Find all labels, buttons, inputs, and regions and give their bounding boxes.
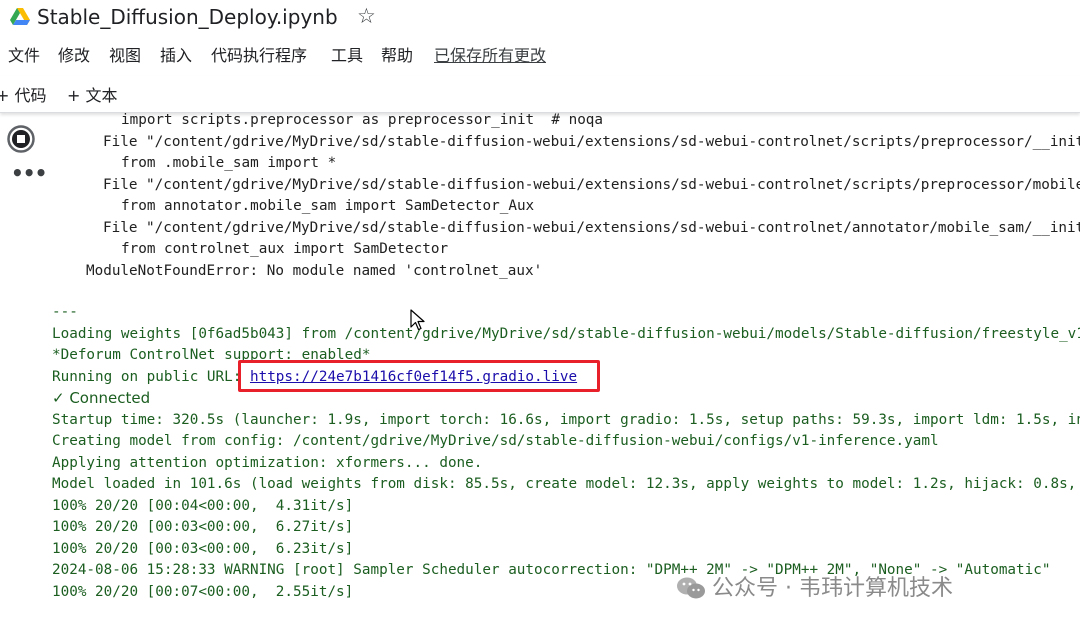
notebook-toolbar: + 代码 + 文本 <box>0 76 1080 113</box>
output-line: File "/content/gdrive/MyDrive/sd/stable-… <box>103 177 1080 193</box>
menu-help[interactable]: 帮助 <box>381 42 413 66</box>
title-bar: Stable_Diffusion_Deploy.ipynb ☆ <box>0 0 1080 36</box>
add-code-button[interactable]: + 代码 <box>0 82 47 106</box>
output-line: Loading weights [0f6ad5b043] from /conte… <box>52 326 1080 342</box>
output-line: 100% 20/20 [00:03<00:00, 6.23it/s] <box>52 541 354 557</box>
output-line: from annotator.mobile_sam import SamDete… <box>121 198 535 214</box>
menu-runtime[interactable]: 代码执行程序 <box>211 42 307 66</box>
google-drive-icon[interactable] <box>10 8 30 26</box>
output-line: File "/content/gdrive/MyDrive/sd/stable-… <box>103 220 1080 236</box>
output-line: 100% 20/20 [00:07<00:00, 2.55it/s] <box>52 584 354 600</box>
output-line: Model loaded in 101.6s (load weights fro… <box>52 476 1080 492</box>
notebook-title[interactable]: Stable_Diffusion_Deploy.ipynb <box>37 5 338 29</box>
cell-output: import scripts.preprocessor as preproces… <box>0 112 1080 633</box>
output-line: ModuleNotFoundError: No module named 'co… <box>86 263 543 279</box>
menu-view[interactable]: 视图 <box>109 42 141 66</box>
output-line: Startup time: 320.5s (launcher: 1.9s, im… <box>52 412 1080 428</box>
menu-tools[interactable]: 工具 <box>331 42 363 66</box>
output-separator: --- <box>52 304 78 320</box>
save-status[interactable]: 已保存所有更改 <box>434 42 546 66</box>
menu-edit[interactable]: 修改 <box>58 42 90 66</box>
output-line: import scripts.preprocessor as preproces… <box>121 112 604 128</box>
output-line: 100% 20/20 [00:03<00:00, 6.27it/s] <box>52 519 354 535</box>
add-text-button[interactable]: + 文本 <box>67 82 118 106</box>
output-line: 100% 20/20 [00:04<00:00, 4.31it/s] <box>52 498 354 514</box>
output-line: from .mobile_sam import * <box>121 155 337 171</box>
mouse-cursor-icon <box>410 309 425 331</box>
wechat-logo-icon <box>677 577 705 599</box>
output-line: Creating model from config: /content/gdr… <box>52 433 939 449</box>
menu-insert[interactable]: 插入 <box>160 42 192 66</box>
url-highlight-box <box>238 360 600 392</box>
star-outline-icon[interactable]: ☆ <box>357 4 376 28</box>
running-label: Running on public URL: <box>52 369 250 385</box>
connected-status: ✓ Connected <box>52 389 151 407</box>
watermark-text: 公众号 · 韦玮计算机技术 <box>712 576 953 601</box>
output-line: from controlnet_aux import SamDetector <box>121 241 449 257</box>
output-line: Applying attention optimization: xformer… <box>52 455 483 471</box>
menu-bar: 文件 修改 视图 插入 代码执行程序 工具 帮助 已保存所有更改 <box>0 40 1080 66</box>
output-line: File "/content/gdrive/MyDrive/sd/stable-… <box>103 134 1080 150</box>
menu-file[interactable]: 文件 <box>8 42 40 66</box>
